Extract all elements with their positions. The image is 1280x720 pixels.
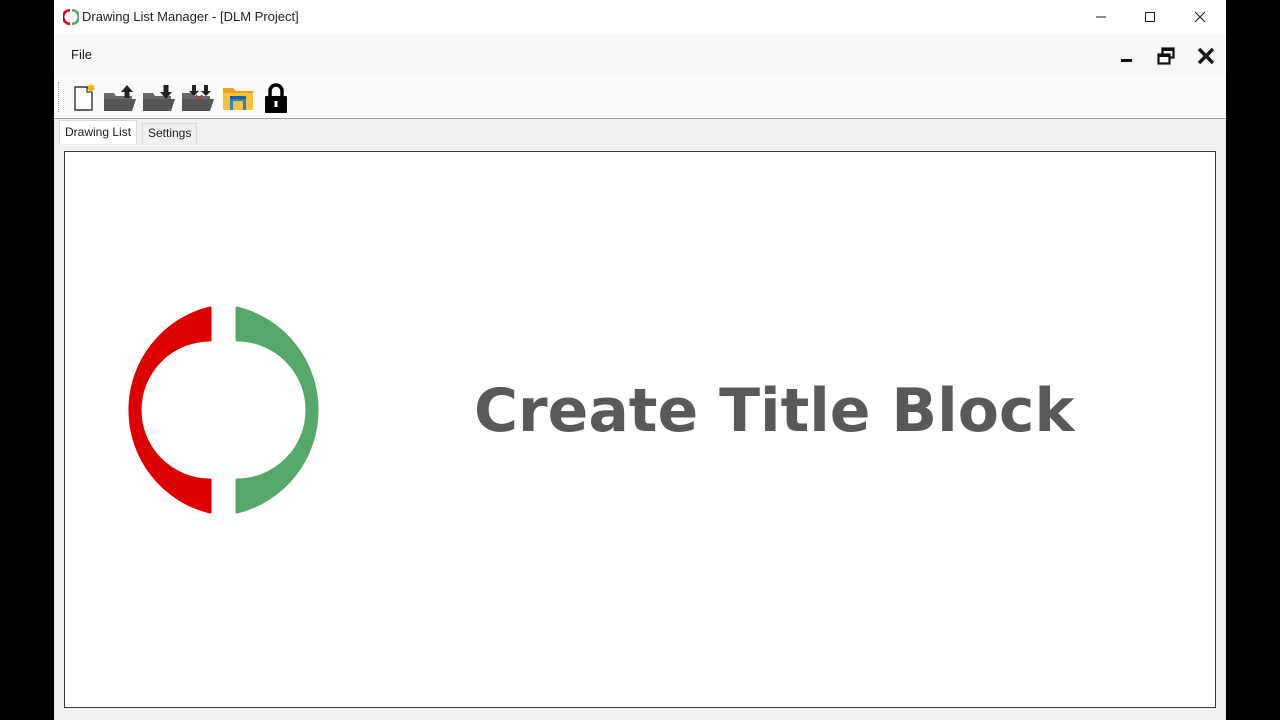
menu-file[interactable]: File [71,47,92,62]
open-merge-button[interactable] [180,80,216,116]
maximize-icon [1145,12,1155,22]
open-download-button[interactable] [141,80,177,116]
maximize-button[interactable] [1127,0,1173,34]
open-upload-button[interactable] [102,80,138,116]
menu-bar: File [54,34,1226,76]
app-window: Drawing List Manager - [DLM Project] Fil… [54,0,1226,720]
tab-strip: Drawing List Settings [54,120,1226,144]
folder-upload-icon [104,85,136,111]
app-logo-large [128,306,319,514]
folder-merge-icon [182,85,214,111]
app-logo-icon [63,9,79,25]
toolbar-grip[interactable] [58,82,60,112]
toolbar [54,76,1226,119]
new-button[interactable] [66,80,102,116]
child-restore-button[interactable] [1154,44,1178,68]
file-explorer-button[interactable] [220,80,256,116]
window-bottom-edge [54,712,1226,720]
close-icon [1194,11,1206,23]
new-document-icon [74,83,96,111]
minimize-icon [1121,59,1132,62]
title-bar: Drawing List Manager - [DLM Project] [54,0,1226,34]
drawing-list-panel: Create Title Block [64,151,1216,708]
minimize-icon [1096,16,1106,18]
lock-icon [265,83,287,113]
lock-button[interactable] [258,80,294,116]
close-button[interactable] [1177,0,1223,34]
restore-icon [1157,47,1175,65]
window-title: Drawing List Manager - [DLM Project] [82,9,299,24]
minimize-button[interactable] [1078,0,1124,34]
create-title-block-heading: Create Title Block [474,376,1075,446]
folder-download-icon [143,85,175,111]
tab-settings[interactable]: Settings [142,123,198,144]
close-icon [1197,47,1215,65]
tab-drawing-list[interactable]: Drawing List [59,120,138,144]
file-explorer-icon [223,88,253,110]
child-minimize-button[interactable] [1114,44,1138,68]
child-close-button[interactable] [1194,44,1218,68]
